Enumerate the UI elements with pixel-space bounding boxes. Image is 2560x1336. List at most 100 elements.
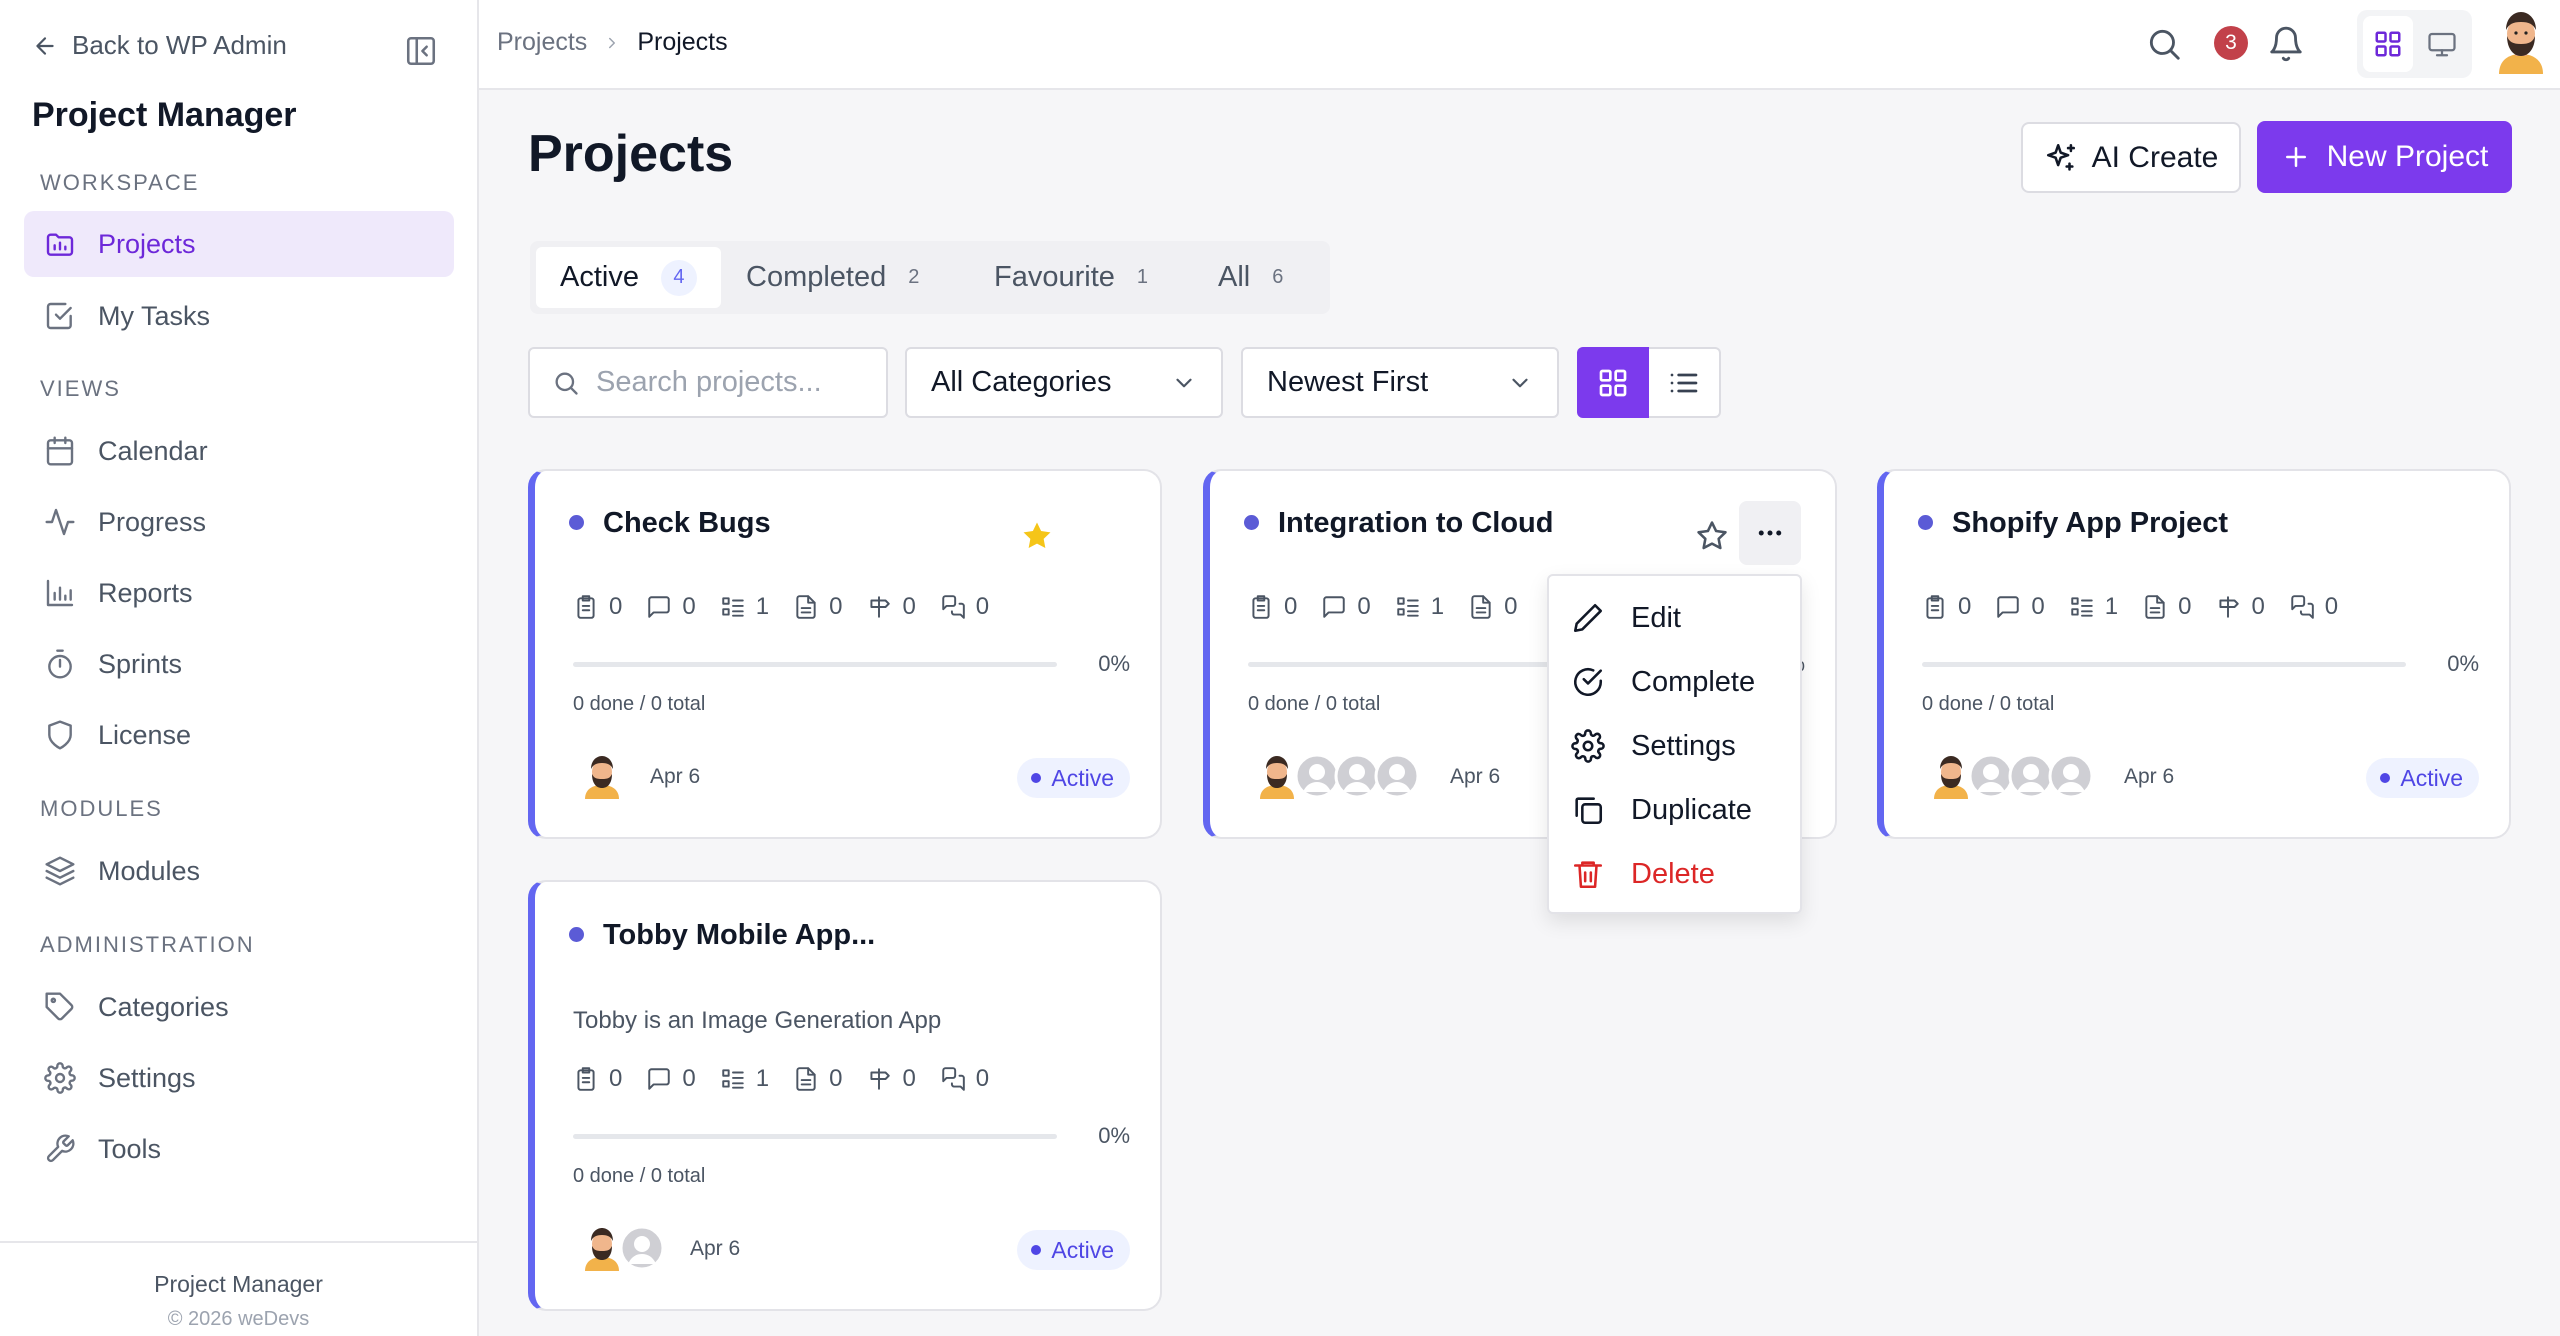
status-label: Active [1051,1236,1114,1263]
status-badge-dot [2380,773,2391,783]
search-icon[interactable] [2145,25,2183,63]
stat-lists: 1 [720,593,769,621]
menu-item-complete[interactable]: Complete [1549,653,1800,711]
stat-value: 0 [2251,593,2265,620]
menu-item-label: Duplicate [1631,793,1752,826]
bell-icon[interactable] [2267,25,2305,63]
stat-value: 0 [2031,593,2045,620]
sidebar-item-projects[interactable]: Projects [24,211,454,277]
menu-item-settings[interactable]: Settings [1549,717,1800,775]
member-avatars [579,1225,665,1271]
star-filled-icon[interactable] [1020,519,1054,553]
stat-files: 0 [793,593,842,621]
user-avatar[interactable] [2491,8,2551,74]
project-title: Integration to Cloud [1278,507,1554,539]
category-select[interactable]: All Categories [905,347,1223,418]
member-avatar-placeholder [619,1225,665,1271]
signpost-icon [866,594,892,620]
tab-count: 1 [1136,266,1149,288]
stat-value: 0 [2324,593,2339,620]
ai-create-button[interactable]: AI Create [2021,122,2241,193]
stat-value: 0 [975,593,990,620]
file-icon [1468,594,1494,620]
stat-value: 0 [609,593,623,620]
tab-count: 4 [660,259,697,296]
clipboard-icon [1922,594,1948,620]
sidebar-item-progress[interactable]: Progress [24,489,454,555]
stat-value: 0 [1958,593,1972,620]
menu-item-label: Delete [1631,857,1715,890]
arrow-left-icon [32,33,58,59]
stat-tasks: 0 [1248,593,1297,621]
progress-percent: 0% [2447,651,2479,676]
sidebar-item-label: Progress [98,506,207,537]
done-count: 0 done / 0 total [573,1165,706,1187]
app-title: Project Manager [32,96,297,134]
sidebar-item-modules[interactable]: Modules [24,838,454,904]
messages-icon [940,1066,966,1092]
project-card[interactable]: Tobby Mobile App... Tobby is an Image Ge… [528,880,1162,1311]
new-project-button[interactable]: New Project [2257,121,2512,193]
tab-favourite[interactable]: Favourite 1 [970,247,1172,308]
project-stats: 0 0 1 0 0 0 [573,593,989,621]
sidebar-item-reports[interactable]: Reports [24,560,454,626]
sidebar-item-my-tasks[interactable]: My Tasks [24,283,454,349]
menu-item-label: Edit [1631,601,1681,634]
sidebar-item-settings[interactable]: Settings [24,1045,454,1111]
tab-active[interactable]: Active 4 [536,247,721,308]
breadcrumb-projects-link[interactable]: Projects [497,28,587,57]
member-avatars [1254,753,1420,799]
chevron-down-icon [1171,370,1197,396]
status-dot [569,515,584,530]
stat-tasks: 0 [1922,593,1971,621]
grid-view-button[interactable] [1577,347,1649,418]
stat-value: 0 [902,1065,916,1092]
project-card[interactable]: Check Bugs 0 0 1 0 0 0 0% 0 done / 0 tot… [528,469,1162,839]
dashboard-layout-button[interactable] [2363,16,2413,72]
member-avatar [579,753,625,799]
card-more-button[interactable] [1739,501,1801,565]
back-to-wp-admin-link[interactable]: Back to WP Admin [32,30,287,61]
sidebar-item-tools[interactable]: Tools [24,1116,454,1182]
sidebar-item-label: Calendar [98,435,208,466]
sort-select[interactable]: Newest First [1241,347,1559,418]
sidebar-item-license[interactable]: License [24,702,454,768]
topbar: Projects Projects 3 [479,0,2560,90]
notification-count-badge[interactable]: 3 [2214,26,2248,60]
search-input[interactable] [596,366,866,399]
new-project-label: New Project [2326,140,2489,173]
progress-bar [1922,662,2406,667]
checklist-icon [2069,594,2095,620]
status-label: Active [1051,764,1114,791]
grid-icon [1597,367,1629,399]
star-outline-icon[interactable] [1695,519,1729,553]
stat-value: 1 [755,593,770,620]
menu-item-duplicate[interactable]: Duplicate [1549,781,1800,839]
project-card[interactable]: Shopify App Project 0 0 1 0 0 0 0% 0 don… [1877,469,2511,839]
menu-item-delete[interactable]: Delete [1549,845,1800,903]
sidebar-item-sprints[interactable]: Sprints [24,631,454,697]
sidebar-item-calendar[interactable]: Calendar [24,418,454,484]
menu-item-edit[interactable]: Edit [1549,589,1800,647]
stat-value: 1 [1430,593,1445,620]
search-icon [552,369,580,397]
stat-value: 1 [755,1065,770,1092]
list-view-button[interactable] [1649,347,1721,418]
folder-chart-icon [44,228,76,260]
tab-completed[interactable]: Completed 2 [722,247,943,308]
stat-comments: 0 [646,593,696,621]
checklist-icon [1395,594,1421,620]
sidebar-item-categories[interactable]: Categories [24,974,454,1040]
stat-comments: 0 [646,1065,696,1093]
desktop-layout-button[interactable] [2417,16,2467,72]
progress-bar [573,1134,1057,1139]
search-box [528,347,888,418]
tab-all[interactable]: All 6 [1194,247,1307,308]
file-icon [793,594,819,620]
tab-label: Completed [746,261,887,293]
monitor-icon [2427,29,2457,59]
project-date: Apr 6 [650,765,701,788]
sidebar-collapse-icon[interactable] [404,34,438,68]
progress-percent: 0% [1098,1123,1130,1148]
gear-icon [44,1062,76,1094]
